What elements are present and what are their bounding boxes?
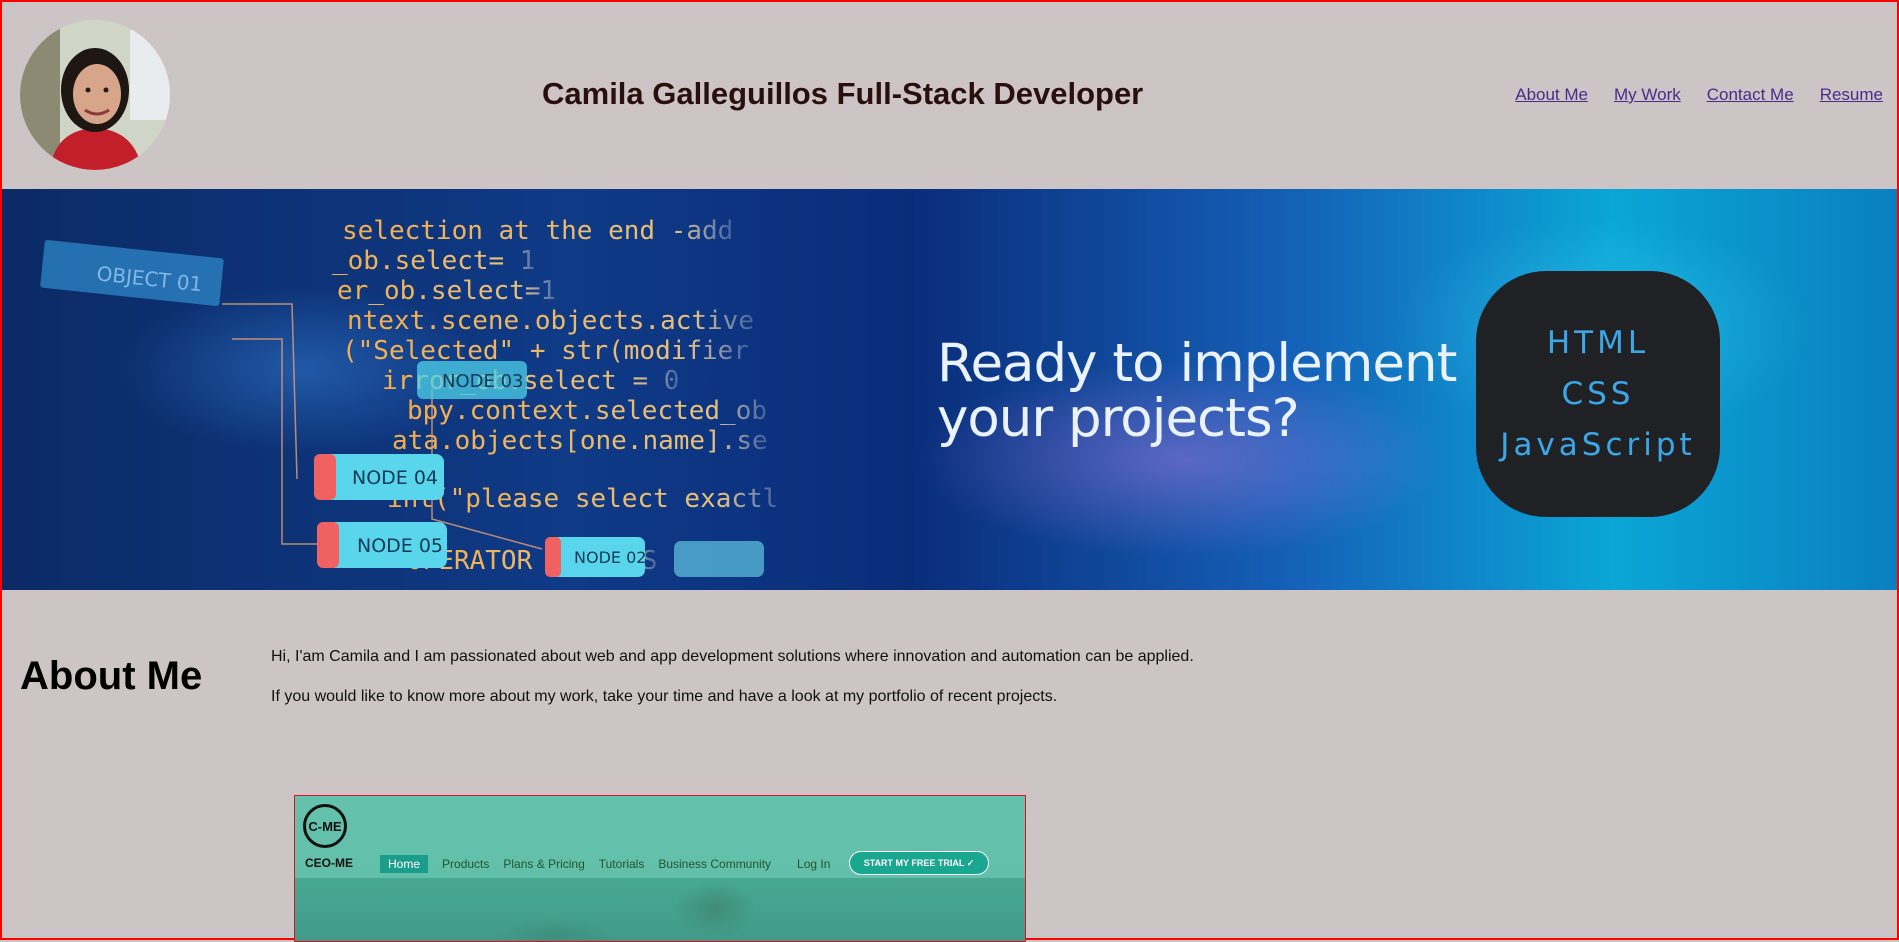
project-menu-item: Home <box>380 855 429 873</box>
skill-css: CSS <box>1561 375 1635 412</box>
project-menu-item: Log In <box>797 857 831 871</box>
about-paragraph: If you would like to know more about my … <box>271 688 1058 705</box>
code-line: selection at the end -add <box>342 216 733 246</box>
project-menu-item: Plans & Pricing <box>503 857 585 871</box>
svg-text:NODE 02: NODE 02 <box>574 548 646 567</box>
code-line: ata.objects[one.name].se <box>392 426 768 456</box>
project-menu-item: Products <box>442 857 490 871</box>
code-line: ntext.scene.objects.active <box>347 306 754 336</box>
svg-text:NODE 04: NODE 04 <box>352 467 438 489</box>
about-text: Hi, I'am Camila and I am passionated abo… <box>271 648 1194 728</box>
avatar <box>20 20 170 170</box>
skill-javascript: JavaScript <box>1500 426 1696 463</box>
main-nav: About Me My Work Contact Me Resume <box>1515 85 1883 105</box>
hero-headline: Ready to implement your projects? <box>937 333 1457 449</box>
project-menu-item: Business Community <box>658 857 772 871</box>
node-tag: NODE 05 <box>317 522 447 568</box>
code-line: er_ob.select=1 <box>337 276 556 306</box>
node-tag: NODE 02 <box>545 537 646 577</box>
code-line: bpy.context.selected_ob <box>407 396 767 426</box>
node-tag: NODE 03 <box>417 361 527 399</box>
about-heading: About Me <box>20 654 203 698</box>
nav-link-contact-me[interactable]: Contact Me <box>1707 85 1794 105</box>
node-box <box>674 541 764 577</box>
project-preview-ceo-me[interactable]: C-ME CEO-ME Home Products Plans & Pricin… <box>294 795 1026 942</box>
code-line: ("Selected" + str(modifier <box>342 336 749 366</box>
nav-link-resume[interactable]: Resume <box>1820 85 1883 105</box>
project-menu-item: Tutorials <box>598 857 645 871</box>
project-menu: Home Products Plans & Pricing Tutorials … <box>380 855 830 873</box>
site-header: Camila Galleguillos Full-Stack Developer… <box>2 2 1897 188</box>
ceo-me-logo-icon: C-ME <box>303 804 347 848</box>
code-background-image: OBJECT 01 selection at the end -add _ob.… <box>40 216 778 577</box>
hero-banner: OBJECT 01 selection at the end -add _ob.… <box>2 189 1897 590</box>
about-paragraph: Hi, I'am Camila and I am passionated abo… <box>271 648 1194 665</box>
node-tag: NODE 04 <box>314 454 444 500</box>
nav-link-about-me[interactable]: About Me <box>1515 85 1588 105</box>
project-brand: CEO-ME <box>305 856 353 870</box>
nav-link-my-work[interactable]: My Work <box>1614 85 1681 105</box>
svg-text:NODE 05: NODE 05 <box>357 535 443 557</box>
code-line: _ob.select= 1 <box>332 246 536 276</box>
skill-html: HTML <box>1546 324 1650 361</box>
page-title: Camila Galleguillos Full-Stack Developer <box>542 76 1144 111</box>
svg-text:NODE 03: NODE 03 <box>442 371 524 392</box>
profile-photo-icon <box>20 20 170 170</box>
project-cta-button: START MY FREE TRIAL ✓ <box>849 851 989 875</box>
skills-badge: HTML CSS JavaScript <box>1476 271 1720 517</box>
code-line: int("please select exactl <box>387 484 778 514</box>
